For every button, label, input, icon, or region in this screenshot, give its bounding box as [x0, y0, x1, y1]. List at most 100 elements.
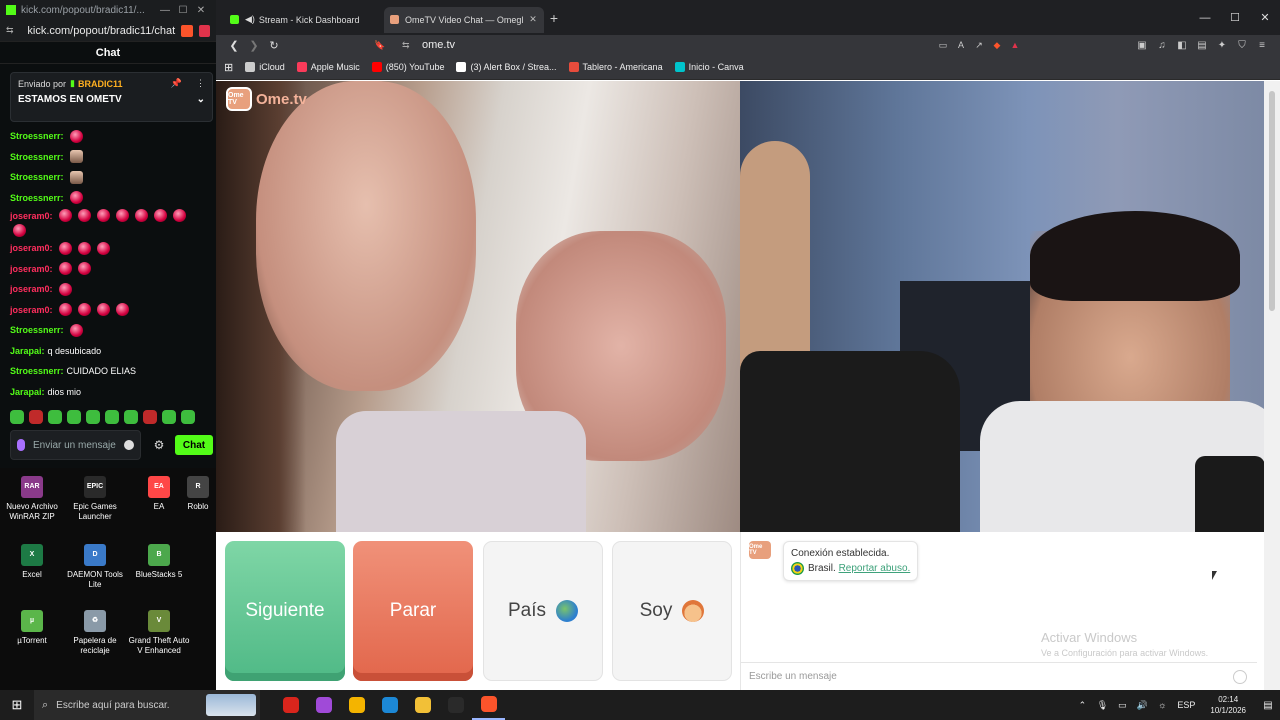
chevron-down-icon[interactable]: ⌄ — [197, 94, 205, 105]
gear-icon[interactable]: ⚙ — [147, 438, 171, 452]
desktop-icon[interactable]: RAR Nuevo Archivo WinRAR ZIP — [0, 476, 64, 522]
media-icon[interactable]: ♫ — [1152, 40, 1172, 51]
brave-shield-icon[interactable] — [181, 24, 193, 37]
vpn-icon[interactable]: ⛉ — [1232, 40, 1252, 51]
microphone-icon[interactable]: 🎙 — [1094, 700, 1110, 711]
emote-icon[interactable] — [162, 410, 176, 424]
close-icon[interactable]: ✕ — [192, 5, 210, 16]
taskbar-app[interactable] — [340, 690, 373, 720]
share-icon[interactable]: ↗ — [970, 40, 988, 51]
desktop-icon[interactable]: X Excel — [0, 544, 64, 580]
minimize-icon[interactable]: — — [1190, 12, 1220, 24]
desktop-icon[interactable]: EPIC Epic Games Launcher — [63, 476, 127, 522]
bookmark-item[interactable]: (3) Alert Box / Strea... — [456, 62, 557, 72]
emoji-icon[interactable] — [1233, 669, 1247, 684]
notifications-icon[interactable]: ▤ — [1256, 700, 1280, 711]
brightness-icon[interactable]: ☼ — [1154, 700, 1170, 710]
desktop-icon[interactable]: B BlueStacks 5 — [127, 544, 191, 580]
emote-icon[interactable] — [10, 410, 24, 424]
emote-icon[interactable] — [86, 410, 100, 424]
chat-username[interactable]: Stroessnerr: — [10, 129, 64, 143]
leo-ai-icon[interactable]: ✦ — [1212, 40, 1232, 51]
ometv-message-input[interactable]: Escribe un mensaje — [741, 662, 1257, 690]
panel-icon[interactable]: ◧ — [1172, 40, 1192, 51]
bookmark-icon[interactable]: 🔖 — [374, 40, 388, 51]
brave-rewards-icon[interactable] — [198, 24, 210, 37]
taskbar-app[interactable] — [274, 690, 307, 720]
bookmark-item[interactable]: iCloud — [245, 62, 285, 72]
chat-username[interactable]: Stroessnerr: — [10, 150, 64, 164]
pin-icon[interactable]: 📌 — [171, 78, 182, 89]
back-icon[interactable]: ❮ — [224, 39, 244, 52]
taskbar-app[interactable] — [472, 690, 505, 720]
emote-icon[interactable] — [67, 410, 81, 424]
report-abuse-link[interactable]: Reportar abuso. — [839, 563, 911, 574]
reload-icon[interactable]: ↻ — [264, 39, 284, 52]
translate-icon[interactable]: A — [952, 40, 970, 50]
desktop-icon[interactable]: V Grand Theft Auto V Enhanced — [127, 610, 191, 656]
more-options-icon[interactable]: ⋮ — [196, 78, 205, 89]
taskbar-app[interactable] — [439, 690, 472, 720]
maximize-icon[interactable]: ☐ — [174, 5, 192, 16]
chevron-up-icon[interactable]: ⌃ — [1074, 700, 1090, 711]
desktop-icon[interactable]: µ µTorrent — [0, 610, 64, 646]
apps-icon[interactable]: ⊞ — [224, 61, 233, 74]
bookmark-item[interactable]: Tablero - Americana — [568, 62, 663, 72]
chat-address-bar[interactable]: ⇆ kick.com/popout/bradic11/chat — [0, 20, 216, 42]
pinned-message[interactable]: Enviado por ▮ BRADIC11 📌 ⋮ ESTAMOS EN OM… — [10, 72, 213, 122]
bookmark-item[interactable]: (850) YouTube — [371, 62, 444, 72]
stop-button[interactable]: Parar — [353, 541, 473, 681]
taskbar-app[interactable] — [406, 690, 439, 720]
gender-button[interactable]: Soy — [612, 541, 732, 681]
taskbar-search[interactable]: ⌕ Escribe aquí para buscar. — [34, 690, 260, 720]
site-settings-icon[interactable]: ⇆ — [402, 40, 416, 51]
chat-username[interactable]: Jarapai: — [10, 385, 45, 399]
emote-icon[interactable] — [143, 410, 157, 424]
desktop-icon[interactable]: ♻ Papelera de reciclaje — [63, 610, 127, 656]
emote-icon[interactable] — [105, 410, 119, 424]
taskbar-app[interactable] — [307, 690, 340, 720]
emote-icon[interactable] — [48, 410, 62, 424]
page-scrollbar[interactable] — [1264, 81, 1280, 690]
forward-icon[interactable]: ❯ — [244, 39, 264, 52]
brave-shield-icon[interactable]: ◆ — [988, 40, 1006, 51]
emote-icon[interactable] — [181, 410, 195, 424]
chat-username[interactable]: Jarapai: — [10, 344, 45, 358]
chat-message-input[interactable]: Enviar un mensaje — [10, 430, 141, 460]
desktop-icon[interactable]: R Roblo — [180, 476, 216, 512]
close-tab-icon[interactable]: ✕ — [528, 14, 538, 25]
chat-username[interactable]: Stroessnerr: — [10, 191, 64, 205]
maximize-icon[interactable]: ☐ — [1220, 11, 1250, 24]
site-settings-icon[interactable]: ⇆ — [6, 25, 17, 36]
chat-username[interactable]: Stroessnerr: — [10, 170, 64, 184]
wallet-icon[interactable]: ▤ — [1192, 40, 1212, 51]
bookmark-item[interactable]: Apple Music — [296, 62, 360, 72]
network-icon[interactable]: ▭ — [1114, 700, 1130, 711]
search-highlight-image[interactable] — [206, 694, 256, 716]
emoji-icon[interactable] — [124, 440, 134, 450]
speaker-icon[interactable]: ◀) — [245, 14, 255, 25]
cast-icon[interactable]: ▭ — [934, 40, 952, 51]
url-text[interactable]: ome.tv — [422, 39, 934, 51]
address-bar[interactable]: 🔖 ⇆ ome.tv ▭ A ↗ ◆ ▲ — [374, 39, 1024, 51]
pin-sender-user[interactable]: BRADIC11 — [78, 79, 123, 89]
start-button[interactable]: ⊞ — [0, 697, 34, 713]
desktop-icon[interactable]: D DAEMON Tools Lite — [63, 544, 127, 590]
chat-username[interactable]: joseram0: — [10, 262, 53, 276]
chat-send-button[interactable]: Chat — [175, 435, 213, 455]
tab-kick-dashboard[interactable]: ◀) Stream - Kick Dashboard — [224, 7, 384, 33]
minimize-icon[interactable]: — — [156, 5, 174, 16]
tab-ometv[interactable]: OmeTV Video Chat — Omegl ✕ — [384, 6, 544, 33]
volume-icon[interactable]: 🔊 — [1134, 700, 1150, 711]
close-icon[interactable]: ✕ — [1250, 11, 1280, 24]
chat-username[interactable]: Stroessnerr: — [10, 323, 64, 337]
chat-username[interactable]: joseram0: — [10, 303, 53, 317]
chat-username[interactable]: Stroessnerr: — [10, 364, 64, 378]
chat-url[interactable]: kick.com/popout/bradic11/chat — [27, 25, 175, 37]
next-button[interactable]: Siguiente — [225, 541, 345, 681]
clock[interactable]: 02:14 10/1/2026 — [1210, 694, 1246, 716]
brave-rewards-icon[interactable]: ▲ — [1006, 40, 1024, 50]
emote-icon[interactable] — [124, 410, 138, 424]
bookmark-item[interactable]: Inicio - Canva — [674, 62, 744, 72]
sidebar-icon[interactable]: ▣ — [1132, 40, 1152, 51]
